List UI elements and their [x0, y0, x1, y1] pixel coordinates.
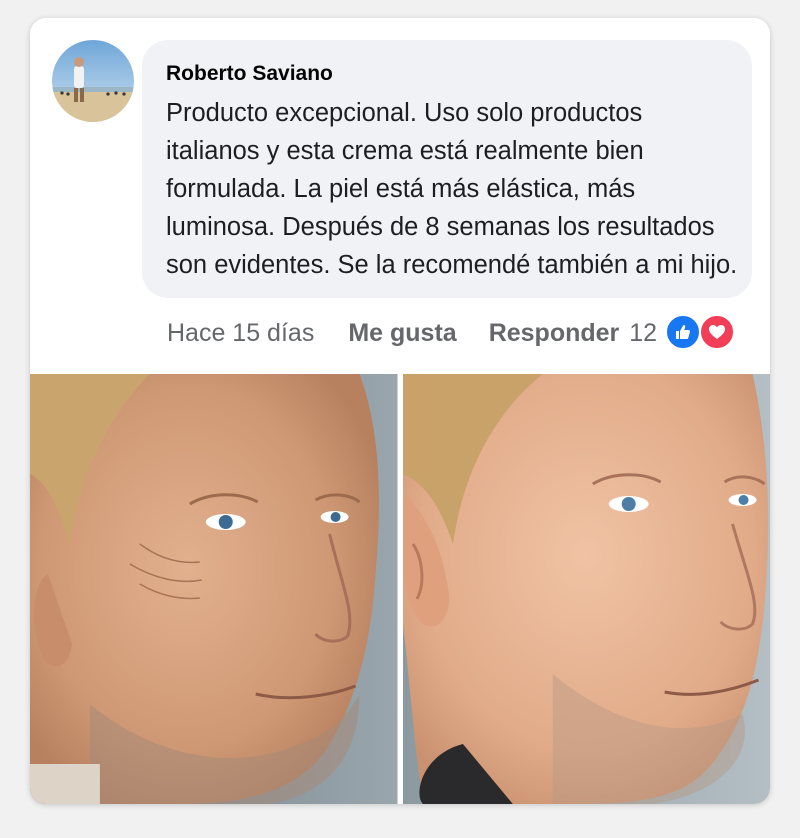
- avatar-photo: [52, 40, 134, 122]
- before-after-photos[interactable]: [30, 374, 770, 804]
- like-button[interactable]: Me gusta: [348, 319, 456, 348]
- comment-actions: Hace 15 días Me gusta Responder 12: [167, 314, 741, 352]
- like-icon: [665, 314, 702, 350]
- love-icon: [699, 314, 736, 350]
- comment-card: Roberto Saviano Producto excepcional. Us…: [30, 18, 770, 804]
- before-photo[interactable]: [30, 374, 398, 804]
- timestamp[interactable]: Hace 15 días: [167, 319, 314, 348]
- reactions[interactable]: [665, 314, 741, 352]
- author-name[interactable]: Roberto Saviano: [166, 62, 333, 86]
- comment-text: Producto excepcional. Uso solo productos…: [166, 99, 738, 279]
- avatar[interactable]: [52, 40, 134, 122]
- reply-button[interactable]: Responder: [489, 319, 620, 348]
- after-photo[interactable]: [402, 374, 770, 804]
- comment-bubble: Roberto Saviano Producto excepcional. Us…: [142, 40, 752, 298]
- reaction-count[interactable]: 12: [629, 319, 657, 348]
